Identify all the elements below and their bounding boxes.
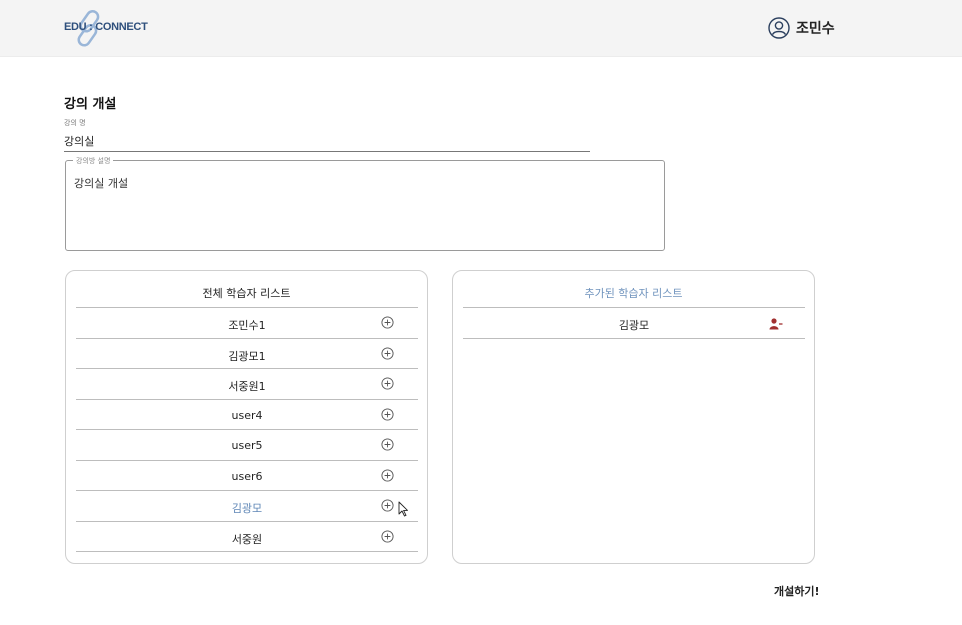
logo[interactable]: EDU : CONNECT: [64, 9, 148, 47]
lecture-description-field[interactable]: 강의방 설명 강의실 개설: [65, 156, 665, 251]
logo-text: EDU : CONNECT: [64, 21, 148, 33]
student-name: user4: [231, 408, 263, 422]
list-item: 서중원1: [76, 369, 418, 400]
person-remove-icon[interactable]: [769, 318, 783, 330]
all-students-list: 조민수1 김광모1 서중원1 user4 user5 user6 김광모 서중원: [76, 308, 418, 552]
all-students-panel: 전체 학습자 리스트 조민수1 김광모1 서중원1 user4 user5 us…: [65, 270, 428, 564]
lecture-name-input[interactable]: 강의실: [64, 133, 590, 152]
added-students-panel: 추가된 학습자 리스트 김광모: [452, 270, 815, 564]
lecture-name-label: 강의 명: [64, 119, 86, 127]
plus-circle-icon[interactable]: [381, 438, 394, 451]
list-item: 김광모1: [76, 339, 418, 369]
mouse-cursor-icon: [398, 501, 408, 517]
plus-circle-icon[interactable]: [381, 468, 394, 482]
lecture-description-label: 강의방 설명: [73, 156, 114, 166]
user-circle-icon: [768, 17, 790, 39]
plus-circle-icon[interactable]: [381, 407, 394, 421]
plus-circle-icon[interactable]: [381, 316, 394, 329]
all-students-title: 전체 학습자 리스트: [202, 287, 291, 300]
list-item: 김광모: [76, 491, 418, 522]
student-name: 서중원: [231, 532, 263, 546]
added-students-title: 추가된 학습자 리스트: [584, 287, 683, 300]
list-item: user6: [76, 461, 418, 491]
list-item: 김광모: [463, 308, 805, 339]
added-students-list: 김광모: [463, 308, 805, 339]
list-item: user4: [76, 400, 418, 430]
user-profile[interactable]: 조민수: [768, 15, 835, 41]
lecture-description-value: 강의실 개설: [74, 177, 129, 190]
page-title: 강의 개설: [64, 97, 117, 112]
student-name: 서중원1: [228, 380, 266, 393]
plus-circle-icon[interactable]: [381, 529, 394, 543]
plus-circle-icon[interactable]: [381, 499, 394, 512]
create-lecture-button[interactable]: 개설하기!: [774, 583, 820, 599]
list-item: user5: [76, 430, 418, 461]
student-name: 김광모1: [228, 349, 266, 363]
list-item: 조민수1: [76, 308, 418, 339]
student-name: user5: [231, 439, 263, 452]
student-name: 조민수1: [228, 319, 266, 332]
list-item: 서중원: [76, 522, 418, 552]
student-name: 김광모: [618, 319, 650, 332]
student-name: user6: [231, 469, 263, 483]
plus-circle-icon[interactable]: [381, 377, 394, 390]
app-header: EDU : CONNECT 조민수: [0, 0, 962, 57]
student-name: 김광모: [231, 502, 263, 515]
plus-circle-icon[interactable]: [381, 346, 394, 360]
username: 조민수: [796, 21, 835, 37]
